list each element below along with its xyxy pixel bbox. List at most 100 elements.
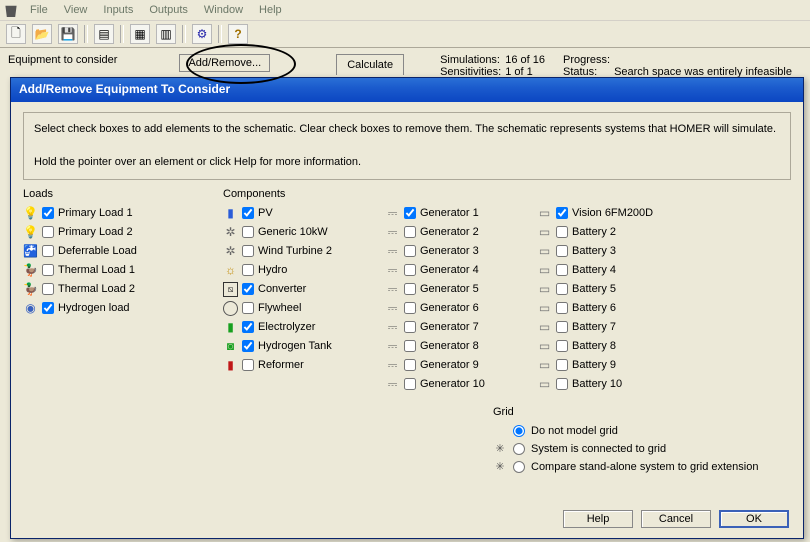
checkbox[interactable]: [42, 264, 54, 276]
checkbox[interactable]: [242, 245, 254, 257]
list-item: ⎓Generator 10: [385, 375, 505, 394]
item-label: Generator 8: [420, 340, 479, 352]
addremove-button[interactable]: Add/Remove...: [179, 54, 270, 72]
generator-icon: ⎓: [385, 282, 400, 297]
checkbox[interactable]: [42, 245, 54, 257]
open-icon[interactable]: 📂: [32, 24, 52, 44]
equipment-label: Equipment to consider: [8, 54, 117, 66]
checkbox[interactable]: [556, 378, 568, 390]
radio[interactable]: [513, 443, 525, 455]
list-item: ⎓ Generator 5: [385, 280, 505, 299]
item-label: Generator 3: [420, 245, 479, 257]
grid-icon[interactable]: ▦: [130, 24, 150, 44]
checkbox[interactable]: [556, 321, 568, 333]
trash-icon: [4, 3, 18, 17]
item-label: Battery 6: [572, 302, 616, 314]
doc-icon[interactable]: ▤: [94, 24, 114, 44]
checkbox[interactable]: [242, 340, 254, 352]
item-label: Wind Turbine 2: [258, 245, 332, 257]
item-label: Vision 6FM200D: [572, 207, 653, 219]
checkbox[interactable]: [556, 359, 568, 371]
help-icon[interactable]: ?: [228, 24, 248, 44]
checkbox[interactable]: [556, 245, 568, 257]
item-label: Generator 5: [420, 283, 479, 295]
checkbox[interactable]: [42, 283, 54, 295]
checkbox[interactable]: [242, 283, 254, 295]
save-icon[interactable]: 💾: [58, 24, 78, 44]
radio-label: Do not model grid: [531, 425, 618, 437]
item-label: PV: [258, 207, 273, 219]
checkbox[interactable]: [404, 283, 416, 295]
calculate-button[interactable]: Calculate: [336, 54, 404, 75]
checkbox[interactable]: [404, 207, 416, 219]
checkbox[interactable]: [404, 378, 416, 390]
checkbox[interactable]: [556, 340, 568, 352]
new-icon[interactable]: 🗋: [6, 24, 26, 44]
grid-option: ✳System is connected to grid: [493, 440, 758, 458]
list-icon[interactable]: ▥: [156, 24, 176, 44]
menu-view[interactable]: View: [56, 2, 96, 18]
checkbox[interactable]: [242, 359, 254, 371]
checkbox[interactable]: [404, 226, 416, 238]
checkbox[interactable]: [556, 302, 568, 314]
list-item: ⎓Generator 8: [385, 337, 505, 356]
checkbox[interactable]: [42, 302, 54, 314]
wind-icon: ✲: [223, 244, 238, 259]
info-box: Select check boxes to add elements to th…: [23, 112, 791, 180]
components-title: Components: [223, 188, 758, 200]
cancel-button[interactable]: Cancel: [641, 510, 711, 528]
menu-inputs[interactable]: Inputs: [95, 2, 141, 18]
checkbox[interactable]: [556, 264, 568, 276]
ok-button[interactable]: OK: [719, 510, 789, 528]
item-label: Battery 10: [572, 378, 622, 390]
list-item: 🦆Thermal Load 2: [23, 280, 193, 299]
checkbox[interactable]: [404, 302, 416, 314]
list-item: ▮Electrolyzer: [223, 318, 353, 337]
menu-file[interactable]: File: [22, 2, 56, 18]
list-item: ✲Generic 10kW: [223, 223, 353, 242]
grid-option: Do not model grid: [493, 422, 758, 440]
checkbox[interactable]: [42, 226, 54, 238]
toolbar: 🗋 📂 💾 ▤ ▦ ▥ ⚙ ?: [0, 21, 810, 48]
checkbox[interactable]: [404, 264, 416, 276]
checkbox[interactable]: [242, 264, 254, 276]
item-label: Hydro: [258, 264, 287, 276]
info-line2: Hold the pointer over an element or clic…: [34, 154, 780, 171]
checkbox[interactable]: [404, 340, 416, 352]
checkbox[interactable]: [404, 321, 416, 333]
checkbox[interactable]: [242, 207, 254, 219]
checkbox[interactable]: [556, 226, 568, 238]
menu-help[interactable]: Help: [251, 2, 290, 18]
list-item: ▮Reformer: [223, 356, 353, 375]
radio[interactable]: [513, 425, 525, 437]
progress-label: Progress:: [563, 54, 610, 66]
help-button[interactable]: Help: [563, 510, 633, 528]
item-label: Battery 5: [572, 283, 616, 295]
loads-title: Loads: [23, 188, 193, 200]
item-label: Generator 10: [420, 378, 485, 390]
dialog-title: Add/Remove Equipment To Consider: [11, 78, 803, 102]
list-item: 💡Primary Load 1: [23, 204, 193, 223]
checkbox[interactable]: [556, 207, 568, 219]
checkbox[interactable]: [242, 302, 254, 314]
menu-window[interactable]: Window: [196, 2, 251, 18]
checkbox[interactable]: [404, 359, 416, 371]
checkbox[interactable]: [404, 245, 416, 257]
info-line1: Select check boxes to add elements to th…: [34, 121, 780, 138]
checkbox[interactable]: [242, 226, 254, 238]
item-label: Generator 7: [420, 321, 479, 333]
battery-icon: ▭: [537, 244, 552, 259]
item-label: Generator 9: [420, 359, 479, 371]
battery-icon: ▭: [537, 225, 552, 240]
item-label: Reformer: [258, 359, 304, 371]
menu-outputs[interactable]: Outputs: [141, 2, 196, 18]
checkbox[interactable]: [242, 321, 254, 333]
checkbox[interactable]: [556, 283, 568, 295]
simulations-value: 16 of 16: [505, 54, 545, 66]
checkbox[interactable]: [42, 207, 54, 219]
radio[interactable]: [513, 461, 525, 473]
electrolyzer-icon: ▮: [223, 320, 238, 335]
settings-icon[interactable]: ⚙: [192, 24, 212, 44]
item-label: Deferrable Load: [58, 245, 137, 257]
radio-label: Compare stand-alone system to grid exten…: [531, 461, 758, 473]
